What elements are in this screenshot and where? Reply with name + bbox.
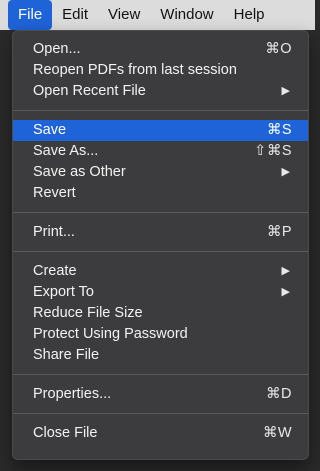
menu-separator bbox=[13, 110, 308, 111]
menu-separator bbox=[13, 251, 308, 252]
shortcut-label: ⌘D bbox=[266, 386, 292, 402]
menu-item-label: Print... bbox=[33, 224, 75, 240]
menu-separator bbox=[13, 374, 308, 375]
menu-item-create[interactable]: Create ▶ bbox=[13, 261, 308, 282]
file-menu-dropdown: Open... ⌘O Reopen PDFs from last session… bbox=[12, 30, 309, 460]
menu-item-label: Reopen PDFs from last session bbox=[33, 62, 237, 78]
shortcut-label: ⇧⌘S bbox=[254, 143, 292, 159]
menu-item-export-to[interactable]: Export To ▶ bbox=[13, 282, 308, 303]
menu-item-share-file[interactable]: Share File bbox=[13, 345, 308, 366]
menu-item-revert[interactable]: Revert bbox=[13, 183, 308, 204]
menu-bar: File Edit View Window Help bbox=[0, 0, 315, 30]
shortcut-label: ⌘O bbox=[265, 41, 292, 57]
menubar-view[interactable]: View bbox=[98, 0, 150, 30]
menu-item-label: Close File bbox=[33, 425, 98, 441]
menu-item-label: Protect Using Password bbox=[33, 326, 188, 342]
menubar-help[interactable]: Help bbox=[224, 0, 275, 30]
menubar-file[interactable]: File bbox=[8, 0, 53, 30]
menu-item-label: Export To bbox=[33, 284, 94, 300]
menu-item-label: Save bbox=[33, 122, 67, 138]
menu-item-label: Open... bbox=[33, 41, 81, 57]
menu-item-label: Save as Other bbox=[33, 164, 126, 180]
menu-item-properties[interactable]: Properties... ⌘D bbox=[13, 384, 308, 405]
menu-item-save-as-other[interactable]: Save as Other ▶ bbox=[13, 162, 308, 183]
menu-item-label: Create bbox=[33, 263, 77, 279]
menu-separator bbox=[13, 212, 308, 213]
menu-item-protect-using-password[interactable]: Protect Using Password bbox=[13, 324, 308, 345]
menu-item-close-file[interactable]: Close File ⌘W bbox=[13, 423, 308, 444]
shortcut-label: ⌘P bbox=[266, 224, 292, 240]
submenu-arrow-icon: ▶ bbox=[281, 166, 290, 178]
shortcut-label: ⌘S bbox=[266, 122, 292, 138]
menubar-window[interactable]: Window bbox=[150, 0, 223, 30]
submenu-arrow-icon: ▶ bbox=[281, 265, 290, 277]
menu-item-open-recent-file[interactable]: Open Recent File ▶ bbox=[13, 81, 308, 102]
menu-item-save-as[interactable]: Save As... ⇧⌘S bbox=[13, 141, 308, 162]
menu-item-save[interactable]: Save ⌘S bbox=[13, 120, 308, 141]
menu-item-label: Reduce File Size bbox=[33, 305, 143, 321]
menu-item-label: Save As... bbox=[33, 143, 99, 159]
menu-separator bbox=[13, 413, 308, 414]
menu-item-reduce-file-size[interactable]: Reduce File Size bbox=[13, 303, 308, 324]
menu-item-open[interactable]: Open... ⌘O bbox=[13, 39, 308, 60]
menu-item-label: Share File bbox=[33, 347, 100, 363]
menubar-edit[interactable]: Edit bbox=[52, 0, 98, 30]
menu-item-label: Revert bbox=[33, 185, 76, 201]
menu-item-print[interactable]: Print... ⌘P bbox=[13, 222, 308, 243]
menu-item-label: Open Recent File bbox=[33, 83, 146, 99]
shortcut-label: ⌘W bbox=[262, 425, 292, 441]
menu-item-label: Properties... bbox=[33, 386, 112, 402]
submenu-arrow-icon: ▶ bbox=[281, 286, 290, 298]
submenu-arrow-icon: ▶ bbox=[281, 85, 290, 97]
menu-item-reopen-pdfs[interactable]: Reopen PDFs from last session bbox=[13, 60, 308, 81]
